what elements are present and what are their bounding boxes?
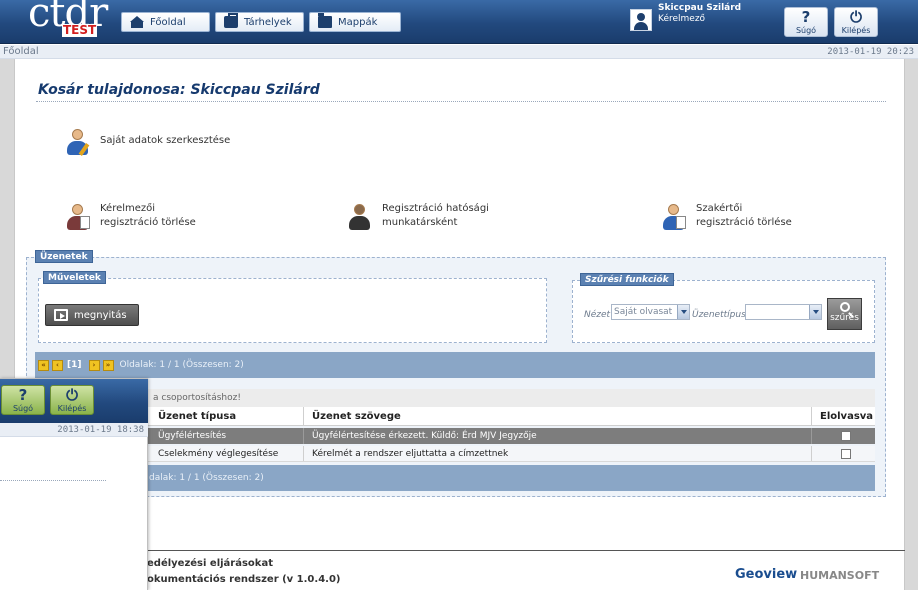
delete-expert-registration-link[interactable]: Szakértői regisztráció törlése <box>660 202 792 232</box>
user-name: Skiccpau Szilárd <box>658 3 742 13</box>
prev-page-icon[interactable]: ‹ <box>52 359 63 371</box>
pager-top: « ‹ [1] › » Oldalak: 1 / 1 (Összesen: 2) <box>35 352 875 378</box>
operations-title: Műveletek <box>43 271 106 284</box>
title-divider <box>36 101 886 102</box>
nav-button-folders[interactable]: Mappák <box>309 12 401 32</box>
edit-own-data-link[interactable]: Saját adatok szerkesztése <box>64 127 230 157</box>
page-margin-right <box>905 59 918 590</box>
current-page[interactable]: [1] <box>67 360 82 370</box>
table-header: Üzenet típusa Üzenet szövege Elolvasva <box>35 407 875 426</box>
nav-button-home[interactable]: Főoldal <box>121 12 210 32</box>
pager-info: Oldalak: 1 / 1 (Összesen: 2) <box>119 360 244 370</box>
row-type: Ügyfélértesítés <box>158 431 227 441</box>
message-type-label: Üzenettípus <box>692 310 746 320</box>
second-window[interactable]: ? Súgó ⏻ Kilépés 2013-01-19 18:38 <box>0 378 148 590</box>
logout-label: Kilépés <box>57 404 87 413</box>
group-hint-text: a csoportosításhoz! <box>153 393 241 403</box>
top-bar: ctdr TEST Főoldal Tárhelyek Mappák Skicc… <box>0 0 918 44</box>
humansoft-logo: HUMANSOFT <box>800 569 880 582</box>
home-icon <box>130 16 144 28</box>
nav-button-storages[interactable]: Tárhelyek <box>215 12 304 32</box>
help-label: Súgó <box>12 404 34 413</box>
second-window-breadcrumb: 2013-01-19 18:38 <box>0 423 148 437</box>
row-text: Kérelmét a rendszer eljuttatta a címzett… <box>312 449 509 459</box>
geoview-logo: Geoview <box>735 567 798 582</box>
officials-icon <box>346 202 374 232</box>
pager-bottom: dalak: 1 / 1 (Összesen: 2) <box>35 465 875 491</box>
delete-applicant-registration-link[interactable]: Kérelmezői regisztráció törlése <box>64 202 196 232</box>
second-window-divider <box>0 480 106 481</box>
user-delete-icon <box>64 202 92 232</box>
user-avatar-icon <box>630 9 652 31</box>
search-icon <box>839 302 850 312</box>
action-label-line1: Szakértői <box>696 203 743 214</box>
nav-label: Főoldal <box>150 16 186 28</box>
view-select-value: Saját olvasat <box>614 307 673 317</box>
action-label-line2: regisztráció törlése <box>696 217 792 228</box>
last-page-icon[interactable]: » <box>102 359 114 371</box>
action-label-line2: regisztráció törlése <box>100 217 196 228</box>
breadcrumb-timestamp: 2013-01-19 20:23 <box>827 47 914 57</box>
user-role: Kérelmező <box>658 14 706 24</box>
app-logo[interactable]: ctdr TEST <box>28 0 108 44</box>
help-button[interactable]: ? Súgó <box>784 7 828 37</box>
footer-text: edélyezési eljárásokat okumentációs rend… <box>147 556 340 588</box>
table-row[interactable]: Cselekmény véglegesítése Kérelmét a rend… <box>35 446 875 462</box>
breadcrumb-current[interactable]: Főoldal <box>3 46 39 57</box>
open-icon <box>54 309 68 321</box>
filter-search-button[interactable]: szűrés <box>827 298 862 330</box>
messages-panel-title: Üzenetek <box>35 250 93 263</box>
logout-button[interactable]: ⏻ Kilépés <box>834 7 878 37</box>
help-label: Súgó <box>795 26 817 35</box>
user-info[interactable]: Skiccpau Szilárd Kérelmező <box>630 3 758 39</box>
question-icon: ? <box>18 386 28 404</box>
user-edit-icon <box>64 127 92 157</box>
message-type-select[interactable] <box>745 304 822 320</box>
nav-label: Tárhelyek <box>244 16 292 28</box>
action-label: Saját adatok szerkesztése <box>100 135 231 146</box>
action-label-line1: Regisztráció hatósági <box>382 203 489 214</box>
col-header-type[interactable]: Üzenet típusa <box>153 407 236 425</box>
row-text: Ügyfélértesítése érkezett. Küldő: Érd MJ… <box>312 431 537 441</box>
briefcase-icon <box>224 13 238 28</box>
action-label-line1: Kérelmezői <box>100 203 156 214</box>
col-header-text[interactable]: Üzenet szövege <box>307 407 401 425</box>
logo-test-badge: TEST <box>62 23 98 37</box>
read-checkbox[interactable] <box>841 449 851 459</box>
chevron-down-icon <box>677 305 689 319</box>
power-icon: ⏻ <box>66 386 78 404</box>
page-title: Kosár tulajdonosa: Skiccpau Szilárd <box>38 82 320 98</box>
nav-label: Mappák <box>338 16 378 28</box>
open-button[interactable]: megnyitás <box>45 304 139 326</box>
user-text: Skiccpau Szilárd Kérelmező <box>658 3 741 25</box>
folder-icon <box>318 13 332 28</box>
read-checkbox[interactable] <box>841 431 851 441</box>
pager-info-bottom: dalak: 1 / 1 (Összesen: 2) <box>149 473 264 483</box>
expert-icon <box>660 202 688 232</box>
second-window-timestamp: 2013-01-19 18:38 <box>57 425 144 435</box>
open-button-label: megnyitás <box>74 309 127 321</box>
power-icon: ⏻ <box>850 8 862 26</box>
col-header-read[interactable]: Elolvasva <box>815 407 873 425</box>
next-page-icon[interactable]: › <box>88 359 100 371</box>
chevron-down-icon <box>809 305 821 319</box>
filter-title: Szűrési funkciók <box>580 273 674 286</box>
table-row[interactable]: Ügyfélértesítés Ügyfélértesítése érkezet… <box>35 428 875 444</box>
group-hint: a csoportosításhoz! <box>35 389 875 407</box>
footer-line-1: edélyezési eljárásokat <box>147 558 273 569</box>
second-help-button[interactable]: ? Súgó <box>1 385 45 415</box>
breadcrumb: Főoldal 2013-01-19 20:23 <box>0 45 918 59</box>
view-label: Nézet <box>584 310 611 320</box>
action-label-line2: munkatársként <box>382 217 458 228</box>
footer-line-2: okumentációs rendszer (v 1.0.4.0) <box>147 574 341 585</box>
view-select[interactable]: Saját olvasat <box>611 304 690 320</box>
row-type: Cselekmény véglegesítése <box>158 449 279 459</box>
second-window-header: ? Súgó ⏻ Kilépés <box>0 379 148 423</box>
second-logout-button[interactable]: ⏻ Kilépés <box>50 385 94 415</box>
register-authority-staff-link[interactable]: Regisztráció hatósági munkatársként <box>346 202 489 232</box>
logout-label: Kilépés <box>841 26 871 35</box>
question-icon: ? <box>801 8 811 26</box>
first-page-icon[interactable]: « <box>38 359 49 371</box>
search-button-label: szűrés <box>830 313 859 323</box>
